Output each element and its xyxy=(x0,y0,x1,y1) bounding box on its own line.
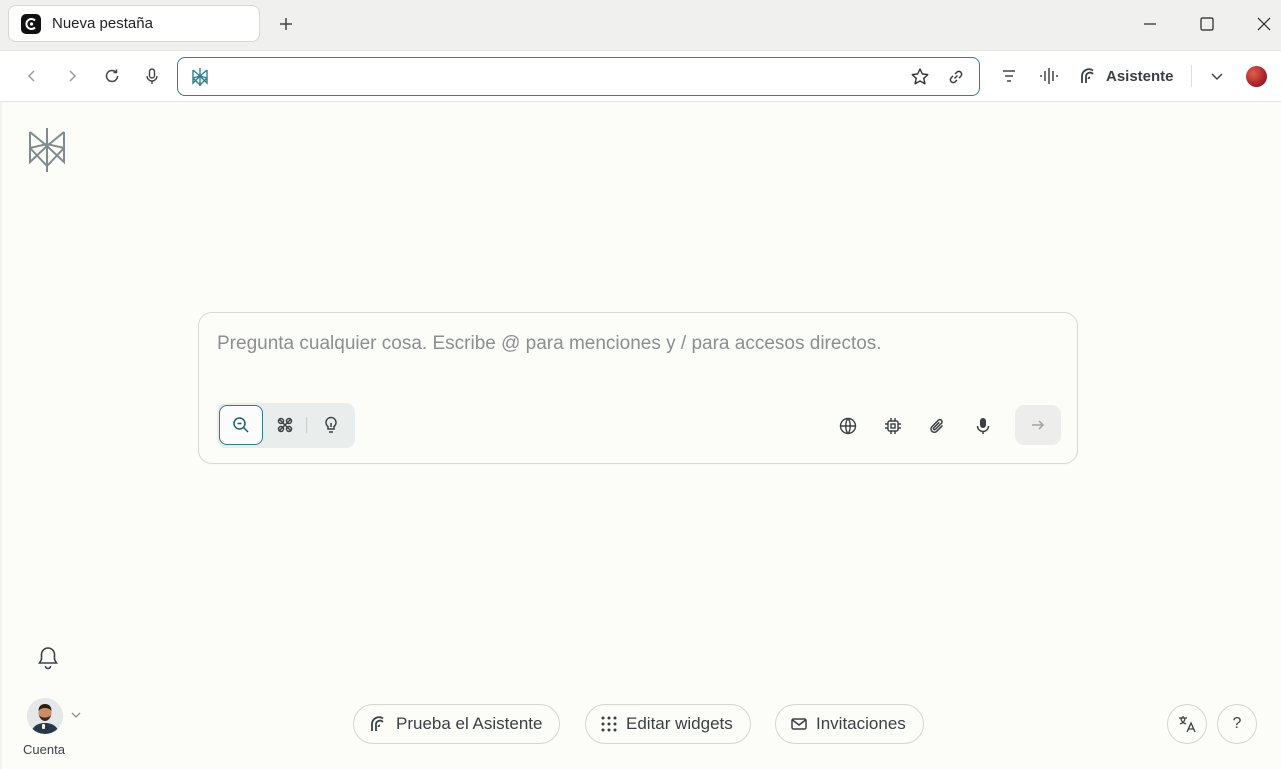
tab-title: Nueva pestaña xyxy=(52,15,153,32)
assistant-button[interactable]: Asistente xyxy=(1078,64,1174,88)
new-tab-page: Cuenta Prueba el Asistente Editar widget… xyxy=(2,102,1281,769)
labs-bulb-icon[interactable] xyxy=(309,405,353,445)
translate-icon xyxy=(1179,716,1196,733)
query-input[interactable] xyxy=(217,331,1057,357)
browser-tab[interactable]: Nueva pestaña xyxy=(8,5,260,42)
address-bar[interactable] xyxy=(177,57,980,96)
mode-selector xyxy=(217,403,355,448)
microphone-icon[interactable] xyxy=(140,64,164,88)
toolbar-divider xyxy=(1191,65,1192,87)
minimize-icon[interactable] xyxy=(1138,12,1162,36)
audio-waveform-icon[interactable] xyxy=(1037,64,1061,88)
search-composer xyxy=(198,312,1078,464)
bell-icon[interactable] xyxy=(34,644,62,672)
edit-widgets-button[interactable]: Editar widgets xyxy=(585,704,751,744)
try-assistant-label: Prueba el Asistente xyxy=(396,714,543,733)
address-input[interactable] xyxy=(226,66,876,88)
account-label: Cuenta xyxy=(23,742,65,757)
paperclip-icon[interactable] xyxy=(925,413,951,439)
send-button[interactable] xyxy=(1015,405,1061,445)
try-assistant-button[interactable]: Prueba el Asistente xyxy=(353,704,561,744)
edit-widgets-label: Editar widgets xyxy=(626,714,733,733)
invitations-label: Invitaciones xyxy=(816,714,906,733)
grid-dots-icon xyxy=(601,716,617,732)
reload-icon[interactable] xyxy=(100,64,124,88)
chip-icon[interactable] xyxy=(880,413,906,439)
maximize-icon[interactable] xyxy=(1195,12,1219,36)
link-icon[interactable] xyxy=(945,66,967,88)
help-label: ? xyxy=(1232,715,1242,732)
avatar[interactable] xyxy=(27,698,63,734)
title-bar: Nueva pestaña xyxy=(0,0,1281,50)
perplexity-logo-icon[interactable] xyxy=(26,126,68,174)
invitations-button[interactable]: Invitaciones xyxy=(775,704,924,744)
close-icon[interactable] xyxy=(1252,12,1276,36)
assistant-icon xyxy=(1081,68,1094,83)
star-icon[interactable] xyxy=(909,66,931,88)
perplexity-logo-icon xyxy=(189,66,211,88)
arrow-right-icon xyxy=(1032,420,1045,430)
plus-icon[interactable] xyxy=(274,12,298,36)
search-icon[interactable] xyxy=(219,405,263,445)
browser-toolbar: Asistente xyxy=(0,50,1281,102)
mail-icon xyxy=(791,718,807,730)
research-icon[interactable] xyxy=(263,405,307,445)
forward-icon[interactable] xyxy=(60,64,84,88)
translate-button[interactable] xyxy=(1167,704,1207,744)
assistant-label: Asistente xyxy=(1106,67,1174,85)
globe-icon[interactable] xyxy=(835,413,861,439)
assistant-icon xyxy=(371,716,384,731)
mode-divider xyxy=(306,417,307,433)
chevron-down-icon[interactable] xyxy=(1205,64,1229,88)
help-button[interactable]: ? xyxy=(1217,704,1257,744)
reader-list-icon[interactable] xyxy=(997,64,1021,88)
chevron-down-icon[interactable] xyxy=(70,708,84,722)
microphone-icon[interactable] xyxy=(970,413,996,439)
back-icon[interactable] xyxy=(20,64,44,88)
profile-avatar-icon[interactable] xyxy=(1246,66,1267,87)
perplexity-comet-icon xyxy=(21,13,41,34)
